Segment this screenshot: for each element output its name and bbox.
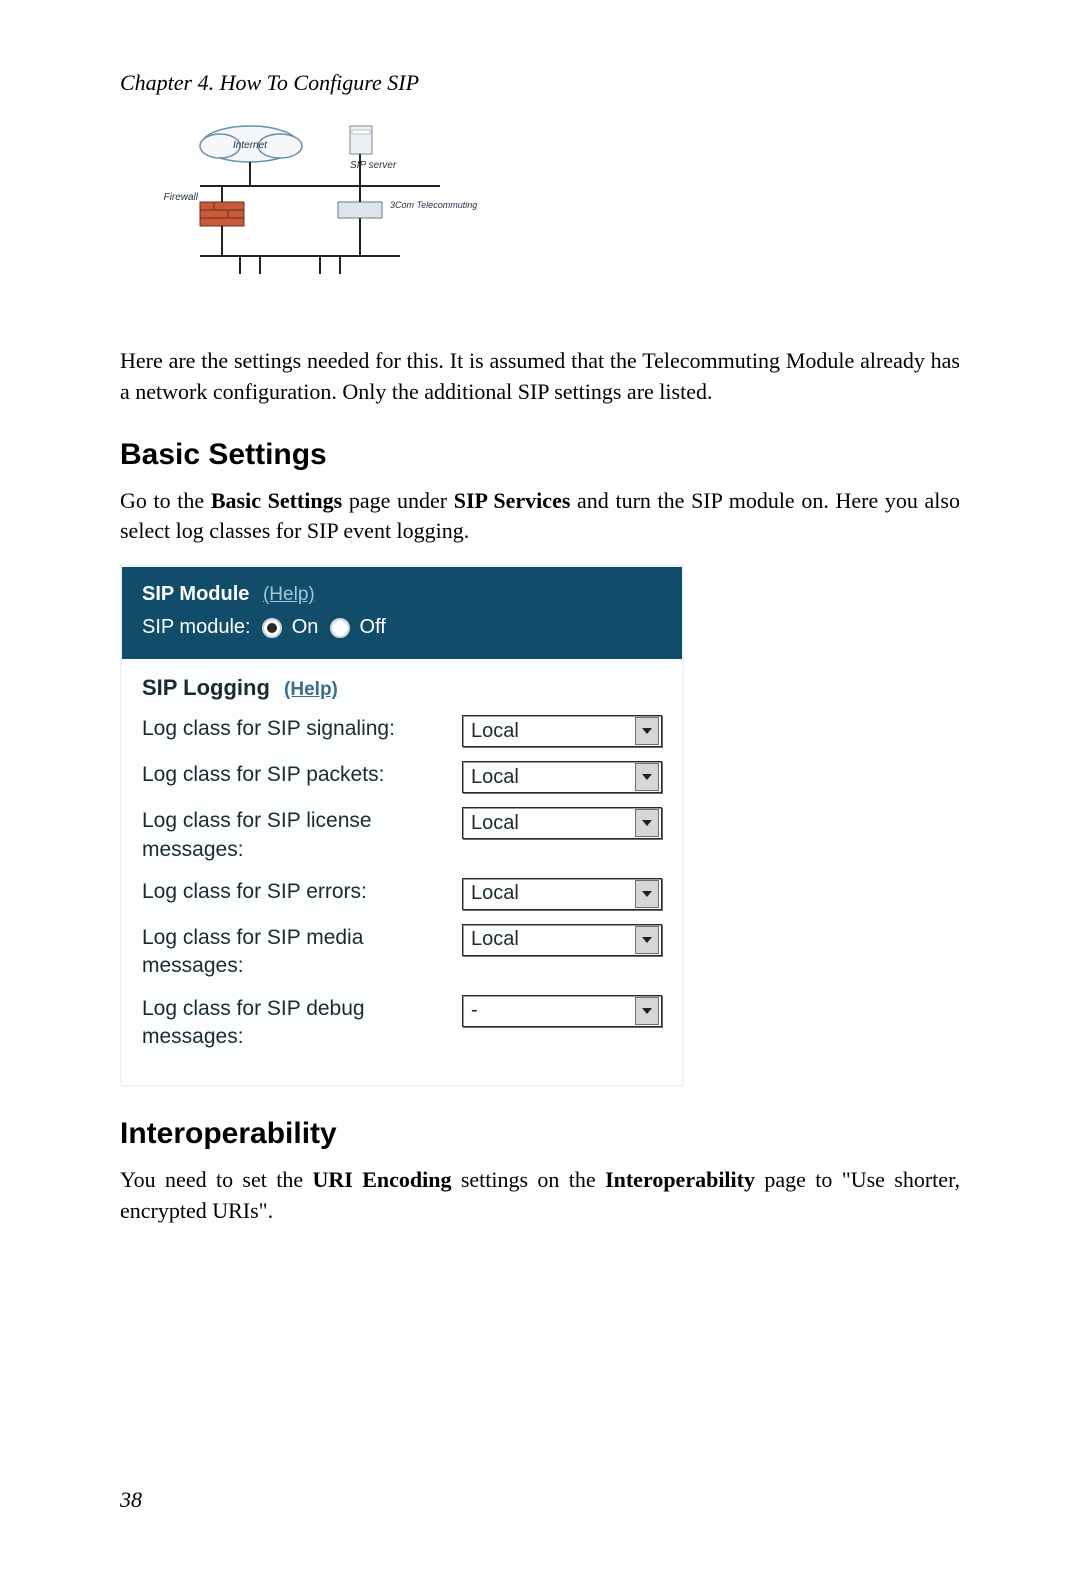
chevron-down-icon — [635, 880, 659, 908]
log-select-packets[interactable]: Local — [462, 761, 662, 793]
log-select-errors[interactable]: Local — [462, 878, 662, 910]
text-fragment: page under — [342, 488, 454, 513]
page-content: Chapter 4. How To Configure SIP Internet… — [0, 0, 1080, 1573]
chevron-down-icon — [635, 809, 659, 837]
diagram-label-sip-server: SIP server — [350, 160, 397, 171]
log-row-packets: Log class for SIP packets: Local — [142, 761, 662, 793]
select-value: Local — [471, 766, 519, 789]
select-value: - — [471, 999, 478, 1022]
log-select-signaling[interactable]: Local — [462, 715, 662, 747]
log-label: Log class for SIP debug messages: — [142, 995, 442, 1052]
radio-off-label: Off — [360, 616, 386, 638]
log-label: Log class for SIP license messages: — [142, 807, 442, 864]
intro-paragraph: Here are the settings needed for this. I… — [120, 346, 960, 408]
log-label: Log class for SIP packets: — [142, 761, 442, 789]
log-row-license: Log class for SIP license messages: Loca… — [142, 807, 662, 864]
diagram-svg: Internet SIP server Firewall — [160, 116, 480, 316]
sip-server-icon: SIP server — [350, 126, 397, 171]
sip-logging-section: SIP Logging (Help) Log class for SIP sig… — [122, 659, 682, 1085]
log-select-media[interactable]: Local — [462, 924, 662, 956]
text-fragment: Go to the — [120, 488, 211, 513]
network-diagram: Internet SIP server Firewall — [160, 116, 960, 316]
chevron-down-icon — [635, 717, 659, 745]
radio-off[interactable] — [330, 618, 350, 638]
page-number: 38 — [120, 1487, 960, 1513]
sip-logging-title: SIP Logging — [142, 675, 270, 700]
text-bold: Interoperability — [605, 1167, 755, 1192]
basic-settings-paragraph: Go to the Basic Settings page under SIP … — [120, 486, 960, 548]
radio-on[interactable] — [262, 618, 282, 638]
text-bold: Basic Settings — [211, 488, 342, 513]
section-heading-interoperability: Interoperability — [120, 1117, 960, 1151]
log-label: Log class for SIP media messages: — [142, 924, 442, 981]
radio-on-label: On — [292, 616, 319, 638]
help-link-sip-module[interactable]: (Help) — [263, 584, 315, 605]
select-value: Local — [471, 720, 519, 743]
text-fragment: You need to set the — [120, 1167, 313, 1192]
cloud-icon: Internet — [200, 126, 302, 162]
interoperability-paragraph: You need to set the URI Encoding setting… — [120, 1165, 960, 1227]
chevron-down-icon — [635, 926, 659, 954]
log-select-license[interactable]: Local — [462, 807, 662, 839]
diagram-label-telecom: 3Com Telecommuting Module — [390, 200, 480, 210]
log-label: Log class for SIP signaling: — [142, 715, 442, 743]
sip-module-radio-row: SIP module: On Off — [142, 616, 662, 639]
select-value: Local — [471, 812, 519, 835]
sip-module-section: SIP Module (Help) SIP module: On Off — [122, 567, 682, 659]
firewall-icon: Firewall — [164, 192, 244, 226]
log-select-debug[interactable]: - — [462, 995, 662, 1027]
sip-module-row-label: SIP module: — [142, 616, 251, 638]
chevron-down-icon — [635, 997, 659, 1025]
select-value: Local — [471, 882, 519, 905]
log-row-signaling: Log class for SIP signaling: Local — [142, 715, 662, 747]
help-link-sip-logging[interactable]: (Help) — [284, 679, 338, 700]
text-bold: URI Encoding — [313, 1167, 452, 1192]
sip-module-title: SIP Module — [142, 583, 249, 605]
log-row-errors: Log class for SIP errors: Local — [142, 878, 662, 910]
section-heading-basic-settings: Basic Settings — [120, 438, 960, 472]
chevron-down-icon — [635, 763, 659, 791]
sip-settings-panel: SIP Module (Help) SIP module: On Off SIP… — [120, 565, 684, 1087]
telecom-module-icon: 3Com Telecommuting Module — [338, 200, 480, 218]
diagram-label-internet: Internet — [233, 140, 268, 151]
diagram-label-firewall: Firewall — [164, 192, 199, 203]
select-value: Local — [471, 928, 519, 951]
chapter-header: Chapter 4. How To Configure SIP — [120, 70, 960, 96]
log-row-media: Log class for SIP media messages: Local — [142, 924, 662, 981]
text-fragment: settings on the — [451, 1167, 605, 1192]
text-bold: SIP Services — [454, 488, 571, 513]
log-row-debug: Log class for SIP debug messages: - — [142, 995, 662, 1052]
log-label: Log class for SIP errors: — [142, 878, 442, 906]
